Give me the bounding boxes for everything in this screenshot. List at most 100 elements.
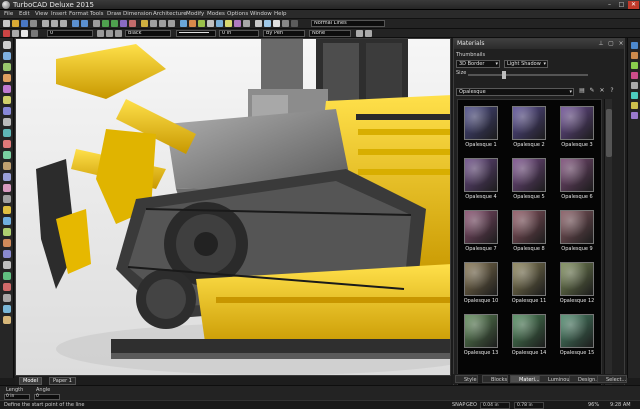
text-tool-icon[interactable]: [3, 118, 11, 126]
line-pattern-dropdown[interactable]: [176, 30, 216, 37]
snap-icon[interactable]: [198, 20, 205, 27]
line-width-field[interactable]: 0 in: [219, 30, 259, 37]
layer-dropdown[interactable]: 0: [47, 30, 93, 37]
rotate-tool-icon[interactable]: [3, 228, 11, 236]
material-delete-icon[interactable]: ✕: [598, 87, 606, 95]
pointer-tool-icon[interactable]: [3, 41, 11, 49]
tab-blocks[interactable]: Blocks: [482, 375, 509, 383]
material-swatch[interactable]: [512, 262, 546, 296]
dimension-tool-icon[interactable]: [3, 129, 11, 137]
open-folder-icon[interactable]: [12, 20, 19, 27]
line-tool-icon[interactable]: [3, 52, 11, 60]
camera-icon[interactable]: [216, 20, 223, 27]
shaded-icon[interactable]: [264, 20, 271, 27]
hatch-icon[interactable]: [365, 30, 372, 37]
render-settings-icon[interactable]: [291, 20, 298, 27]
panel-float-icon[interactable]: ▢: [607, 40, 615, 48]
erase-tool-icon[interactable]: [3, 283, 11, 291]
view-top-icon[interactable]: [150, 20, 157, 27]
material-swatch[interactable]: [464, 210, 498, 244]
camera-panel-icon[interactable]: [631, 102, 638, 109]
select-icon[interactable]: [93, 20, 100, 27]
view-iso-icon[interactable]: [168, 20, 175, 27]
save-icon[interactable]: [21, 20, 28, 27]
material-swatch[interactable]: [560, 314, 594, 348]
fillet-tool-icon[interactable]: [3, 206, 11, 214]
view-mode-label[interactable]: Thumbnails: [456, 52, 485, 58]
polygon-tool-icon[interactable]: [3, 96, 11, 104]
material-swatch[interactable]: [464, 106, 498, 140]
size-slider-thumb[interactable]: [502, 71, 506, 79]
render-icon[interactable]: [141, 20, 148, 27]
properties-icon[interactable]: [189, 20, 196, 27]
fill-options-icon[interactable]: [356, 30, 363, 37]
tab-materials[interactable]: Materi...: [510, 375, 541, 383]
box-tool-icon[interactable]: [3, 140, 11, 148]
layer-icon[interactable]: [180, 20, 187, 27]
app-logo-icon[interactable]: [2, 1, 10, 9]
boolean-tool-icon[interactable]: [3, 195, 11, 203]
extrude-tool-icon[interactable]: [3, 173, 11, 181]
redo-icon[interactable]: [81, 20, 88, 27]
menu-options[interactable]: Options: [227, 11, 248, 17]
menu-architecture[interactable]: Architecture: [153, 11, 187, 17]
layer-color-icon[interactable]: [21, 30, 28, 37]
menu-edit[interactable]: Edit: [19, 11, 30, 17]
color-dropdown[interactable]: Black: [125, 30, 171, 37]
zoom-window-icon[interactable]: [120, 20, 127, 27]
menu-insert[interactable]: Insert: [51, 11, 67, 17]
material-icon[interactable]: [234, 20, 241, 27]
layer-lock-icon[interactable]: [12, 30, 19, 37]
views-icon[interactable]: [631, 112, 638, 119]
render-mode-dropdown[interactable]: Normal Lines: [311, 20, 385, 27]
material-swatch[interactable]: [464, 314, 498, 348]
wireframe-icon[interactable]: [273, 20, 280, 27]
material-swatch[interactable]: [464, 262, 498, 296]
layers-icon[interactable]: [631, 62, 638, 69]
menu-dimension[interactable]: Dimension: [123, 11, 152, 17]
menu-modes[interactable]: Modes: [207, 11, 225, 17]
zoom-out-icon[interactable]: [111, 20, 118, 27]
paste-icon[interactable]: [60, 20, 67, 27]
cylinder-tool-icon[interactable]: [3, 162, 11, 170]
material-swatch[interactable]: [512, 106, 546, 140]
color-picker-icon[interactable]: [115, 30, 122, 37]
light-icon[interactable]: [225, 20, 232, 27]
drawing-viewport[interactable]: [15, 38, 451, 376]
layer-set-icon[interactable]: [106, 30, 113, 37]
panel-close-icon[interactable]: ×: [617, 40, 625, 48]
menu-help[interactable]: Help: [274, 11, 287, 17]
view-front-icon[interactable]: [159, 20, 166, 27]
sphere-tool-icon[interactable]: [3, 151, 11, 159]
material-swatch[interactable]: [560, 210, 594, 244]
layer-print-icon[interactable]: [31, 30, 38, 37]
grid-icon[interactable]: [207, 20, 214, 27]
category-dropdown[interactable]: Opalesque ▾: [456, 88, 574, 96]
new-file-icon[interactable]: [3, 20, 10, 27]
size-slider-track[interactable]: [468, 74, 588, 76]
workspace-icon[interactable]: [255, 20, 262, 27]
shadow-dropdown[interactable]: Light Shadow ▾: [504, 60, 548, 68]
material-swatch[interactable]: [464, 158, 498, 192]
hidden-line-icon[interactable]: [282, 20, 289, 27]
tab-style[interactable]: Style: [455, 375, 478, 383]
tab-model[interactable]: Model: [19, 377, 43, 385]
material-help-icon[interactable]: ?: [608, 87, 616, 95]
maximize-button[interactable]: □: [616, 1, 627, 9]
hatch-tool-icon[interactable]: [3, 294, 11, 302]
material-swatch[interactable]: [560, 158, 594, 192]
print-icon[interactable]: [30, 20, 37, 27]
menu-format[interactable]: Format: [69, 11, 88, 17]
menu-window[interactable]: Window: [250, 11, 272, 17]
material-swatch[interactable]: [512, 314, 546, 348]
copy-icon[interactable]: [51, 20, 58, 27]
undo-icon[interactable]: [72, 20, 79, 27]
curve-tool-icon[interactable]: [3, 85, 11, 93]
trim-tool-icon[interactable]: [3, 261, 11, 269]
move-tool-icon[interactable]: [3, 217, 11, 225]
pan-icon[interactable]: [129, 20, 136, 27]
tab-select[interactable]: Select...: [597, 375, 628, 383]
material-edit-icon[interactable]: ✎: [588, 87, 596, 95]
cut-icon[interactable]: [42, 20, 49, 27]
material-swatch[interactable]: [560, 106, 594, 140]
